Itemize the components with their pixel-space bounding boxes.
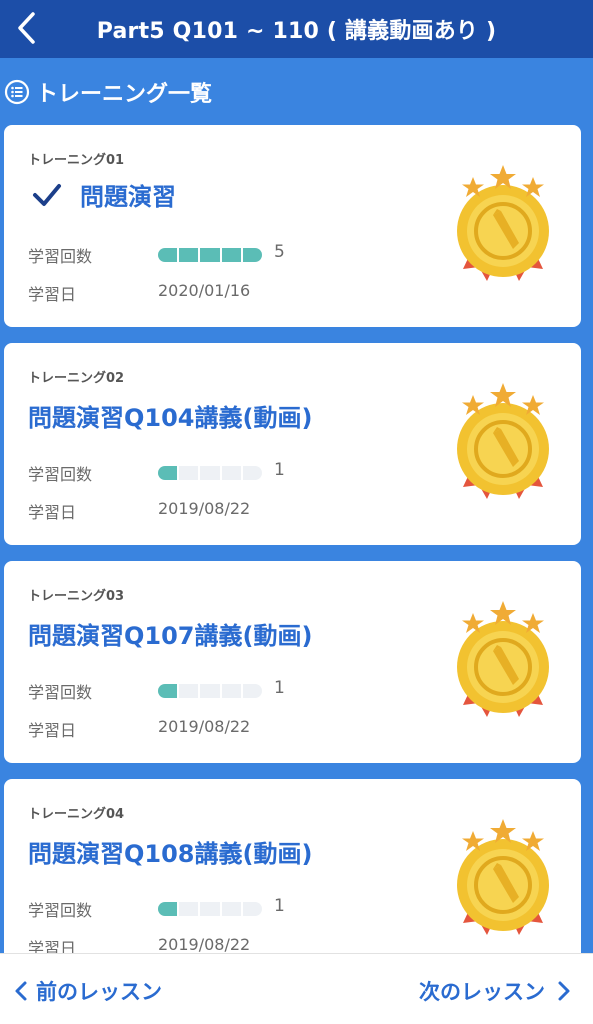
training-card[interactable]: トレーニング01 問題演習 学習回数 5 学習日 2020/01/16: [4, 125, 581, 327]
footer-nav: 前のレッスン 次のレッスン: [0, 953, 593, 1024]
progress-segment: [221, 248, 241, 262]
progress-segment: [221, 466, 241, 480]
date-value: 2019/08/22: [158, 935, 251, 954]
progress-segment: [158, 466, 178, 480]
date-value: 2020/01/16: [158, 281, 251, 300]
date-value: 2019/08/22: [158, 499, 251, 518]
card-title-row: 問題演習Q104講義(動画): [28, 398, 312, 433]
progress-segment: [158, 248, 178, 262]
card-label: トレーニング02: [28, 371, 125, 386]
medal-icon: [457, 601, 549, 717]
progress-segment: [242, 684, 262, 698]
count-label: 学習回数: [28, 247, 93, 266]
training-card[interactable]: トレーニング03 問題演習Q107講義(動画) 学習回数 1 学習日 2019/…: [4, 561, 581, 763]
date-value: 2019/08/22: [158, 717, 251, 736]
check-icon: [33, 183, 61, 206]
progress-segment: [200, 248, 220, 262]
progress-segment: [158, 684, 178, 698]
chevron-right-icon: [558, 981, 570, 1001]
card-label: トレーニング01: [28, 153, 125, 168]
progress-segment: [158, 902, 178, 916]
card-label: トレーニング04: [28, 807, 125, 822]
medal-icon: [457, 819, 549, 935]
progress-segment: [221, 902, 241, 916]
card-title-row: 問題演習: [28, 177, 176, 212]
card-title: 問題演習Q104講義(動画): [28, 404, 313, 432]
section-header: トレーニング一覧: [4, 74, 212, 110]
page-title: Part5 Q101 ~ 110 ( 講義動画あり ): [96, 19, 497, 44]
progress-segment: [242, 466, 262, 480]
progress-segment: [179, 466, 199, 480]
count-label: 学習回数: [28, 465, 93, 484]
progress-segment: [200, 902, 220, 916]
medal-icon: [457, 383, 549, 499]
chevron-left-icon: [18, 12, 35, 44]
progress-segment: [221, 684, 241, 698]
card-label: トレーニング03: [28, 589, 125, 604]
count-label: 学習回数: [28, 901, 93, 920]
progress-bar: [158, 684, 262, 698]
card-title-row: 問題演習Q107講義(動画): [28, 616, 312, 651]
date-label: 学習日: [28, 503, 77, 522]
date-label: 学習日: [28, 285, 77, 304]
next-lesson-label: 次のレッスン: [419, 980, 545, 1004]
progress-segment: [179, 902, 199, 916]
count-value: 5: [274, 242, 285, 262]
header-bar: Part5 Q101 ~ 110 ( 講義動画あり ): [0, 0, 593, 58]
card-title: 問題演習Q107講義(動画): [28, 622, 313, 650]
count-value: 1: [274, 678, 285, 698]
prev-lesson-button[interactable]: 前のレッスン: [14, 976, 162, 1006]
date-label: 学習日: [28, 721, 77, 740]
card-title-row: 問題演習Q108講義(動画): [28, 834, 312, 869]
progress-segment: [242, 902, 262, 916]
back-button[interactable]: [6, 4, 46, 52]
chevron-left-icon: [15, 981, 27, 1001]
count-value: 1: [274, 460, 285, 480]
progress-bar: [158, 466, 262, 480]
training-card[interactable]: トレーニング02 問題演習Q104講義(動画) 学習回数 1 学習日 2019/…: [4, 343, 581, 545]
card-title: 問題演習Q108講義(動画): [28, 840, 313, 868]
medal-icon: [457, 165, 549, 281]
progress-segment: [179, 684, 199, 698]
next-lesson-button[interactable]: 次のレッスン: [419, 976, 571, 1006]
count-label: 学習回数: [28, 683, 93, 702]
prev-lesson-label: 前のレッスン: [36, 980, 162, 1004]
progress-segment: [179, 248, 199, 262]
progress-segment: [200, 684, 220, 698]
progress-bar: [158, 248, 262, 262]
count-value: 1: [274, 896, 285, 916]
section-title: トレーニング一覧: [36, 82, 213, 107]
list-icon: [4, 79, 30, 105]
card-title: 問題演習: [80, 183, 176, 211]
progress-segment: [200, 466, 220, 480]
progress-segment: [242, 248, 262, 262]
progress-bar: [158, 902, 262, 916]
